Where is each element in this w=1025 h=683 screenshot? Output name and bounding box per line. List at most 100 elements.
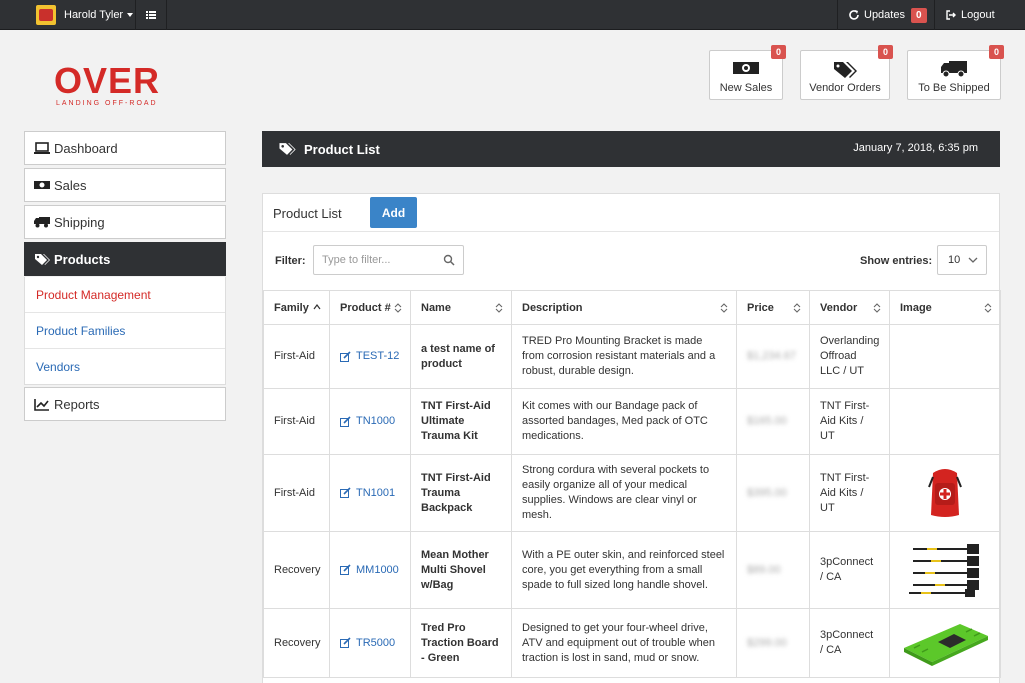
menu-toggle-button[interactable] <box>146 0 156 30</box>
column-label: Price <box>747 301 774 314</box>
user-avatar <box>36 5 56 25</box>
cell-name: a test name of product <box>410 324 512 389</box>
add-product-button[interactable]: Add <box>370 197 417 228</box>
sidebar-item-label: Products <box>54 251 111 267</box>
sidebar-item-shipping[interactable]: Shipping <box>24 205 226 239</box>
top-navbar: Harold Tyler Updates 0 Logout <box>0 0 1025 30</box>
sidebar-item-products[interactable]: Products <box>24 242 226 276</box>
sort-icon <box>394 303 402 313</box>
submenu-vendors[interactable]: Vendors <box>25 349 225 385</box>
product-number-link: TEST-12 <box>356 350 400 362</box>
cell-price: $299.00 <box>736 608 810 678</box>
table-row: First-Aid TN1001 TNT First-Aid Trauma Ba… <box>263 454 1001 532</box>
updates-button[interactable]: Updates 0 <box>848 0 927 30</box>
caret-down-icon <box>127 13 134 17</box>
backpack-image[interactable] <box>925 467 965 519</box>
column-header-description[interactable]: Description <box>511 290 737 325</box>
cell-name: TNT First-Aid Ultimate Trauma Kit <box>410 388 512 455</box>
current-date: January 7, 2018, 6:35 pm <box>853 142 978 154</box>
column-label: Product # <box>340 301 391 314</box>
traction-board-image[interactable] <box>900 618 990 668</box>
cell-name: Tred Pro Traction Board - Green <box>410 608 512 678</box>
cell-product-number[interactable]: TN1000 <box>329 388 411 455</box>
money-icon <box>34 181 50 189</box>
shovel-image[interactable] <box>907 541 983 599</box>
entries-select[interactable]: 10 <box>937 245 987 275</box>
column-label: Family <box>274 301 309 314</box>
cell-family: First-Aid <box>263 388 330 455</box>
edit-icon <box>340 487 351 499</box>
cell-image <box>889 324 1001 389</box>
vendor-orders-button[interactable]: Vendor Orders 0 <box>800 45 893 100</box>
column-label: Name <box>421 301 451 314</box>
refresh-icon <box>849 10 859 20</box>
submenu-product-management[interactable]: Product Management <box>25 277 225 313</box>
filter-input[interactable]: Type to filter... <box>313 245 464 275</box>
sidebar-item-label: Shipping <box>54 214 105 230</box>
to-be-shipped-label: To Be Shipped <box>918 82 990 94</box>
cell-vendor: 3pConnect / CA <box>809 531 890 609</box>
cell-family: First-Aid <box>263 454 330 532</box>
edit-icon <box>340 637 351 649</box>
cell-description: With a PE outer skin, and reinforced ste… <box>511 531 737 609</box>
sidebar-item-reports[interactable]: Reports <box>24 387 226 421</box>
cell-price: $1,234.67 <box>736 324 810 389</box>
submenu-product-families[interactable]: Product Families <box>25 313 225 349</box>
table-row: Recovery MM1000 Mean Mother Multi Shovel… <box>263 531 1001 609</box>
list-icon <box>146 11 156 19</box>
tags-icon <box>35 253 50 265</box>
cell-image <box>889 608 1001 678</box>
brand-logo[interactable]: OVER LANDING OFF-ROAD <box>54 62 164 112</box>
vendor-orders-label: Vendor Orders <box>809 82 881 94</box>
user-menu[interactable]: Harold Tyler <box>36 0 134 30</box>
money-icon <box>733 62 759 74</box>
user-name: Harold Tyler <box>64 9 124 21</box>
card-title: Product List <box>273 206 342 221</box>
sort-icon <box>793 303 801 313</box>
table-row: First-Aid TEST-12 a test name of product… <box>263 324 1001 389</box>
table-row: First-Aid TN1000 TNT First-Aid Ultimate … <box>263 388 1001 455</box>
cell-product-number[interactable]: MM1000 <box>329 531 411 609</box>
tags-icon <box>834 62 857 78</box>
cell-description: Designed to get your four-wheel drive, A… <box>511 608 737 678</box>
products-submenu: Product Management Product Families Vend… <box>24 277 226 385</box>
show-entries-label: Show entries: <box>860 255 933 267</box>
new-sales-count-badge: 0 <box>770 45 786 59</box>
cell-name: Mean Mother Multi Shovel w/Bag <box>410 531 512 609</box>
product-number-link: TN1001 <box>356 486 396 499</box>
cell-name: TNT First-Aid Trauma Backpack <box>410 454 512 532</box>
to-be-shipped-button[interactable]: To Be Shipped 0 <box>907 45 1004 100</box>
sort-icon <box>873 303 881 313</box>
logout-button[interactable]: Logout <box>945 0 995 30</box>
cell-image <box>889 531 1001 609</box>
column-header-image[interactable]: Image <box>889 290 1001 325</box>
logout-label: Logout <box>961 9 995 21</box>
column-header-family[interactable]: Family <box>263 290 330 325</box>
logout-icon <box>946 10 956 20</box>
cell-description: Kit comes with our Bandage pack of assor… <box>511 388 737 455</box>
cell-image <box>889 388 1001 455</box>
edit-icon <box>340 416 351 427</box>
edit-icon <box>340 351 351 362</box>
edit-icon <box>340 564 351 576</box>
sidebar-item-label: Dashboard <box>54 140 118 156</box>
product-number-link: TR5000 <box>356 636 396 649</box>
page-title: Product List <box>304 141 380 157</box>
filter-label: Filter: <box>275 255 306 267</box>
column-header-price[interactable]: Price <box>736 290 810 325</box>
new-sales-button[interactable]: New Sales 0 <box>709 45 786 100</box>
cell-description: TRED Pro Mounting Bracket is made from c… <box>511 324 737 389</box>
column-header-name[interactable]: Name <box>410 290 512 325</box>
sort-icon <box>495 303 503 313</box>
sidebar-item-sales[interactable]: Sales <box>24 168 226 202</box>
column-header-product-number[interactable]: Product # <box>329 290 411 325</box>
cell-product-number[interactable]: TN1001 <box>329 454 411 532</box>
sidebar-item-dashboard[interactable]: Dashboard <box>24 131 226 165</box>
product-number-link: MM1000 <box>356 563 399 576</box>
cell-product-number[interactable]: TEST-12 <box>329 324 411 389</box>
cell-vendor: Overlanding Offroad LLC / UT <box>809 324 890 389</box>
column-header-vendor[interactable]: Vendor <box>809 290 890 325</box>
search-icon <box>443 254 455 266</box>
cell-product-number[interactable]: TR5000 <box>329 608 411 678</box>
cell-price: $395.00 <box>736 454 810 532</box>
